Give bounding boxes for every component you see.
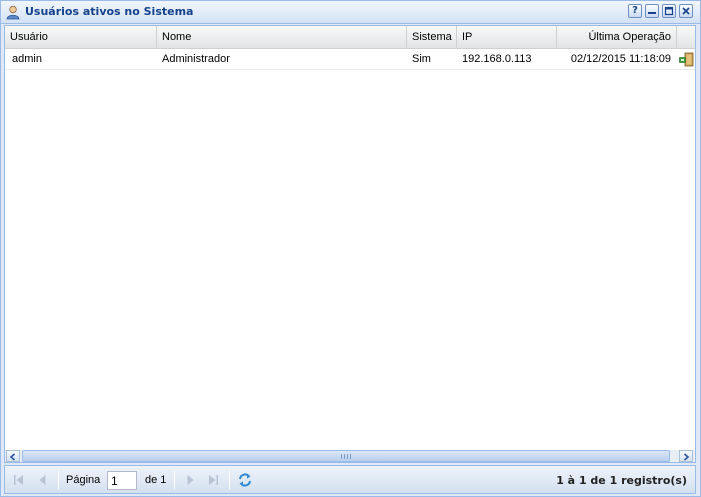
previous-page-button[interactable]: [35, 472, 51, 488]
page-number-input[interactable]: [107, 471, 137, 490]
column-header-ultima-operacao[interactable]: Última Operação: [557, 26, 677, 48]
cell-nome: Administrador: [162, 53, 230, 65]
grid-header: Usuário Nome Sistema IP Última Operação: [5, 26, 695, 49]
help-button[interactable]: ?: [628, 4, 642, 18]
user-icon: [6, 5, 20, 20]
refresh-button[interactable]: [237, 472, 253, 488]
active-users-window: Usuários ativos no Sistema ? Usuário Nom…: [0, 0, 701, 497]
column-header-ip[interactable]: IP: [457, 26, 557, 48]
paging-toolbar: Página de 1 1 à 1 de 1 registro(s): [4, 465, 696, 494]
minimize-icon: [646, 6, 658, 16]
table-row[interactable]: admin Administrador Sim 192.168.0.113 02…: [5, 49, 695, 70]
cell-sistema: Sim: [412, 53, 431, 65]
logout-door-icon[interactable]: [679, 52, 694, 67]
column-header-usuario[interactable]: Usuário: [5, 26, 157, 48]
chevron-left-icon: [7, 453, 19, 461]
scroll-thumb[interactable]: [22, 450, 670, 462]
close-icon: [680, 6, 692, 16]
window-title: Usuários ativos no Sistema: [25, 5, 194, 18]
scroll-left-button[interactable]: [6, 450, 20, 462]
first-page-button[interactable]: [11, 472, 27, 488]
horizontal-scrollbar[interactable]: [5, 450, 695, 462]
scroll-right-button[interactable]: [679, 450, 693, 462]
next-page-button[interactable]: [182, 472, 198, 488]
page-count-label: de 1: [145, 474, 167, 486]
maximize-icon: [663, 6, 675, 16]
paging-info: 1 à 1 de 1 registro(s): [556, 474, 687, 487]
column-header-sistema[interactable]: Sistema: [407, 26, 457, 48]
refresh-icon: [237, 473, 253, 491]
toolbar-separator: [229, 471, 230, 489]
maximize-button[interactable]: [662, 4, 676, 18]
page-label: Página: [66, 474, 101, 486]
toolbar-separator: [58, 471, 59, 489]
cell-ip: 192.168.0.113: [462, 53, 532, 65]
chevron-right-icon: [680, 453, 692, 461]
minimize-button[interactable]: [645, 4, 659, 18]
column-header-nome[interactable]: Nome: [157, 26, 407, 48]
cell-usuario: admin: [12, 53, 42, 65]
cell-ultima-operacao: 02/12/2015 11:18:09: [570, 53, 671, 65]
scroll-grip: [341, 454, 351, 459]
window-titlebar[interactable]: Usuários ativos no Sistema ?: [1, 1, 700, 24]
toolbar-separator: [174, 471, 175, 489]
last-page-button[interactable]: [205, 472, 221, 488]
active-users-grid: Usuário Nome Sistema IP Última Operação …: [4, 25, 696, 463]
column-header-actions: [677, 26, 695, 48]
close-button[interactable]: [679, 4, 693, 18]
